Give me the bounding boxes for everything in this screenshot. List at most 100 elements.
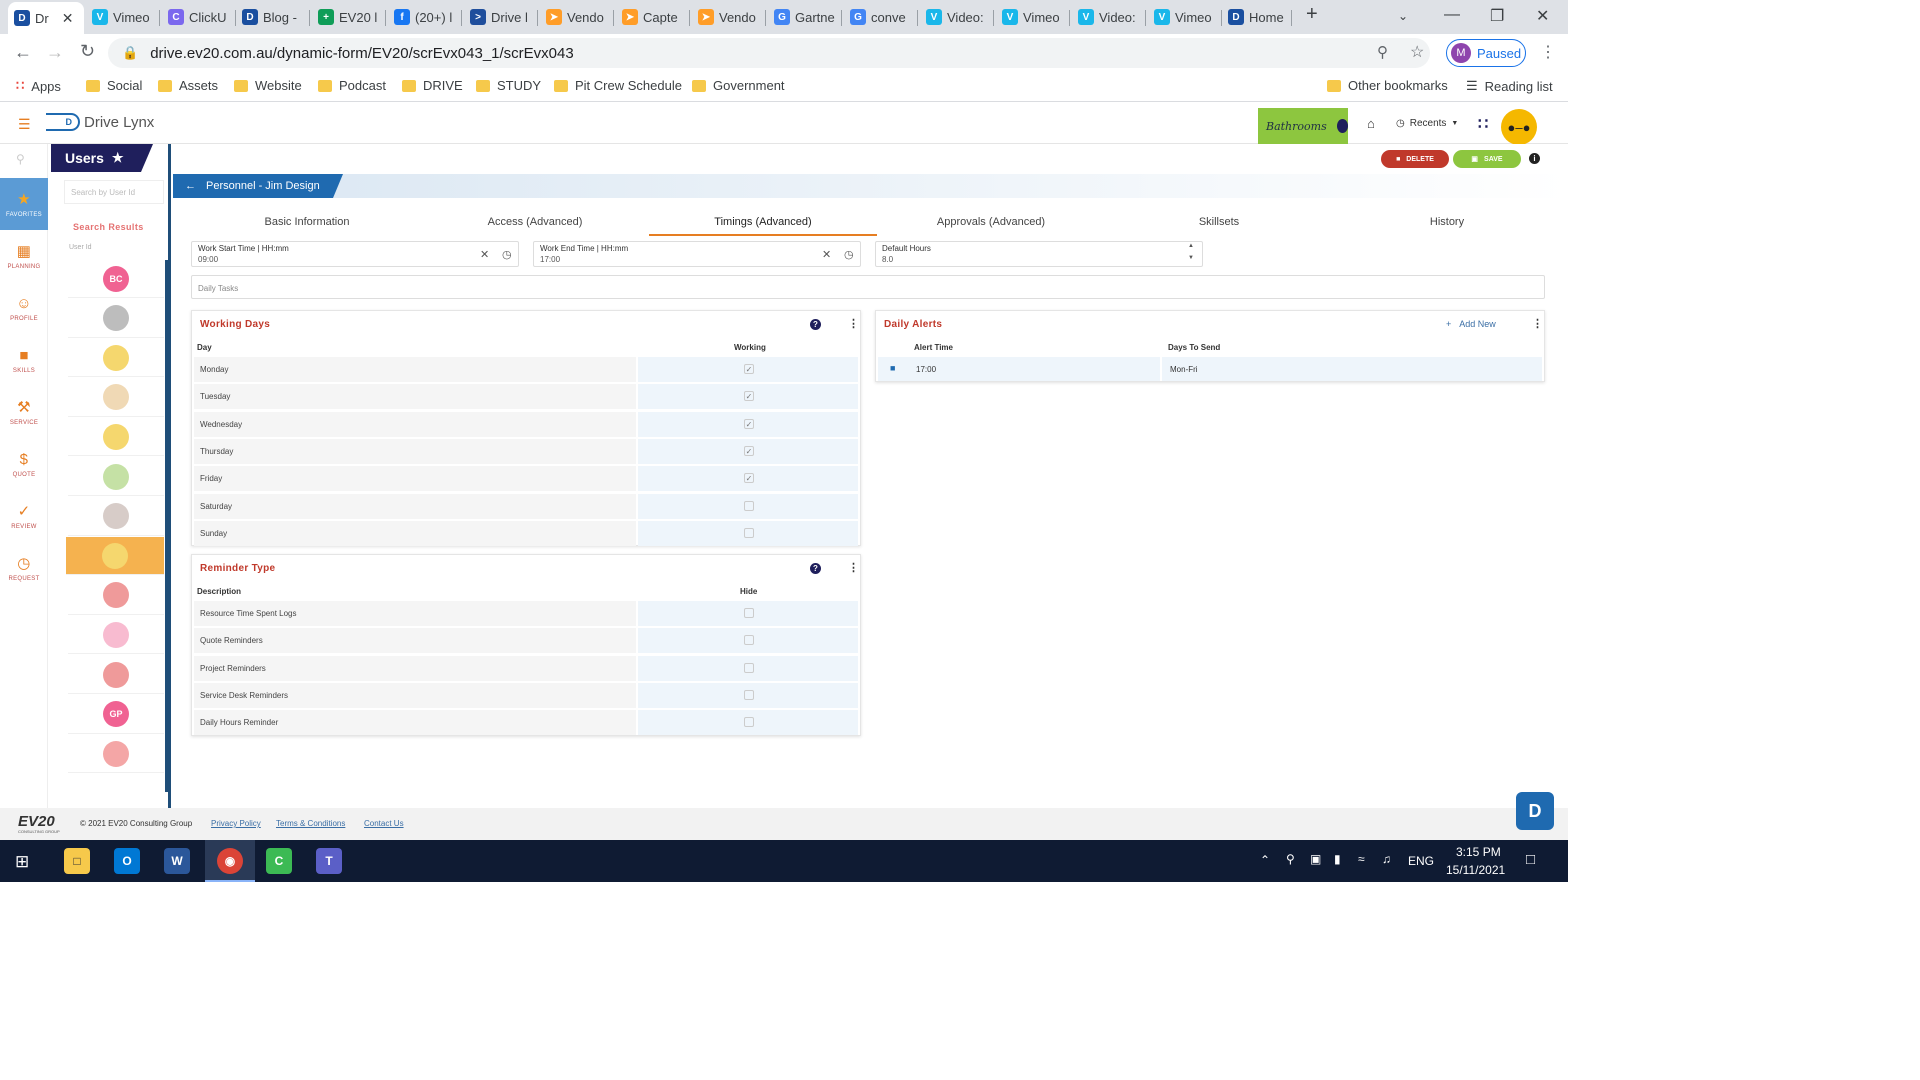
browser-tab[interactable]: D Home (1222, 4, 1292, 30)
file-explorer-icon[interactable]: □ (64, 848, 90, 874)
browser-tab[interactable]: V Vimeo (996, 4, 1070, 30)
work-end-time-field[interactable]: Work End Time | HH:mm 17:00 ✕ ◷ (533, 241, 861, 267)
windows-start-icon[interactable]: ⊞ (15, 852, 29, 872)
working-checkbox[interactable]: ✓ (744, 364, 754, 374)
battery-icon[interactable]: ▮ (1334, 852, 1341, 866)
browser-tab[interactable]: V Video: (920, 4, 994, 30)
browser-tab[interactable]: C ClickU (162, 4, 236, 30)
hide-checkbox[interactable] (744, 717, 754, 728)
nav-item-request[interactable]: ◷ REQUEST (0, 542, 48, 594)
tab-access-advanced[interactable]: Access (Advanced) (421, 216, 649, 236)
sponsor-badge[interactable]: Bathrooms (1258, 108, 1348, 144)
user-list-item[interactable] (68, 735, 164, 774)
browser-tab[interactable]: Gconve (844, 4, 918, 30)
browser-tab[interactable]: f (20+) l (388, 4, 462, 30)
camtasia-icon[interactable]: C (266, 848, 292, 874)
bookmark-item[interactable]: ∷ Apps (16, 78, 61, 94)
bookmark-item[interactable]: Government (692, 78, 785, 93)
help-icon[interactable]: ? (810, 319, 821, 330)
hide-checkbox[interactable] (744, 635, 754, 646)
drivelynx-chat-icon[interactable]: D (1516, 792, 1554, 830)
outlook-icon[interactable]: O (114, 848, 140, 874)
clear-icon[interactable]: ✕ (480, 248, 489, 261)
other-bookmarks[interactable]: Other bookmarks (1327, 78, 1448, 93)
delete-button[interactable]: ■ DELETE (1381, 150, 1449, 168)
bookmark-item[interactable]: DRIVE (402, 78, 463, 93)
breadcrumb[interactable]: ← Personnel - Jim Design (173, 174, 343, 198)
nav-item-review[interactable]: ✓ REVIEW (0, 490, 48, 542)
bookmark-item[interactable]: Pit Crew Schedule (554, 78, 682, 93)
chrome-icon[interactable]: ◉ (217, 848, 243, 874)
user-list-item[interactable] (68, 656, 164, 694)
browser-tab[interactable]: > Drive l (464, 4, 538, 30)
user-search-input[interactable]: Search by User Id (64, 180, 164, 204)
working-checkbox[interactable]: ✓ (744, 445, 754, 456)
browser-tab[interactable]: D Blog - (236, 4, 310, 30)
language-indicator[interactable]: ENG (1408, 854, 1434, 868)
nav-item-profile[interactable]: ☺ PROFILE (0, 282, 48, 334)
clear-icon[interactable]: ✕ (822, 248, 831, 261)
info-icon[interactable]: i (1529, 153, 1540, 164)
close-icon[interactable]: ✕ (62, 10, 74, 27)
nav-item-quote[interactable]: $ QUOTE (0, 438, 48, 490)
user-list-item[interactable] (68, 458, 164, 496)
working-checkbox[interactable] (744, 500, 754, 511)
clock-icon[interactable]: ◷ (502, 248, 512, 261)
working-checkbox[interactable] (744, 527, 754, 538)
nav-item-skills[interactable]: ■ SKILLS (0, 334, 48, 386)
address-bar[interactable]: 🔒 drive.ev20.com.au/dynamic-form/EV20/sc… (108, 38, 1430, 68)
more-icon[interactable]: ⋮ (848, 317, 859, 330)
user-list-item[interactable] (68, 300, 164, 338)
reading-list[interactable]: ☰ Reading list (1466, 78, 1553, 94)
more-icon[interactable]: ⋮ (848, 561, 859, 574)
search-icon[interactable]: ⚲ (16, 152, 25, 166)
star-icon[interactable]: ★ (112, 150, 124, 166)
menu-icon[interactable]: ⋮ (1540, 42, 1556, 62)
browser-tab[interactable]: ➤ Capte (616, 4, 690, 30)
home-icon[interactable]: ⌂ (1367, 116, 1375, 131)
browser-tab[interactable]: ➤ Vendo (692, 4, 766, 30)
tab-basic-information[interactable]: Basic Information (193, 216, 421, 236)
nav-item-service[interactable]: ⚒ SERVICE (0, 386, 48, 438)
display-icon[interactable]: ▣ (1310, 852, 1321, 866)
browser-tab[interactable]: V Vimeo (86, 4, 160, 30)
help-icon[interactable]: ? (810, 563, 821, 574)
browser-tab[interactable]: V Video: (1072, 4, 1146, 30)
user-list-item[interactable]: GP (68, 696, 164, 734)
hide-checkbox[interactable] (744, 689, 754, 700)
contact-us-link[interactable]: Contact Us (364, 819, 404, 828)
tab-timings-advanced[interactable]: Timings (Advanced) (649, 216, 877, 236)
tab-approvals-advanced[interactable]: Approvals (Advanced) (877, 216, 1105, 236)
work-start-time-field[interactable]: Work Start Time | HH:mm 09:00 ✕ ◷ (191, 241, 519, 267)
app-logo[interactable]: D Drive Lynx (46, 113, 154, 131)
clock-time[interactable]: 3:15 PM (1456, 845, 1501, 859)
back-arrow-icon[interactable]: ← (185, 180, 196, 192)
user-list-item[interactable]: BC (68, 260, 164, 298)
tab-history[interactable]: History (1333, 216, 1561, 236)
hide-checkbox[interactable] (744, 608, 754, 618)
working-checkbox[interactable]: ✓ (744, 418, 754, 429)
chevron-up-icon[interactable]: ⌃ (1260, 853, 1270, 867)
browser-tab[interactable]: V Vimeo (1148, 4, 1222, 30)
mic-icon[interactable]: ⚲ (1286, 852, 1295, 866)
user-list-item[interactable] (66, 537, 164, 576)
back-icon[interactable]: ← (14, 42, 32, 63)
nav-item-planning[interactable]: ▦ PLANNING (0, 230, 48, 282)
clock-date[interactable]: 15/11/2021 (1446, 863, 1505, 877)
bookmark-item[interactable]: Website (234, 78, 302, 93)
add-new-button[interactable]: + Add New (1446, 319, 1496, 329)
browser-tab[interactable]: + EV20 l (312, 4, 386, 30)
reload-icon[interactable]: ↻ (80, 41, 95, 62)
user-list-item[interactable] (68, 616, 164, 655)
forward-icon[interactable]: → (46, 42, 64, 63)
zoom-icon[interactable]: ⚲ (1377, 43, 1388, 61)
browser-tab[interactable]: D Dr ✕ (8, 2, 84, 34)
new-tab-icon[interactable]: + (1306, 3, 1318, 26)
wifi-icon[interactable]: ≈ (1358, 852, 1365, 866)
user-avatar[interactable]: ●–● (1501, 109, 1537, 145)
bookmark-item[interactable]: Assets (158, 78, 218, 93)
bookmark-item[interactable]: Podcast (318, 78, 386, 93)
user-list-item[interactable] (68, 498, 164, 536)
hamburger-icon[interactable]: ☰ (18, 116, 31, 133)
close-window-icon[interactable]: ✕ (1536, 6, 1549, 26)
